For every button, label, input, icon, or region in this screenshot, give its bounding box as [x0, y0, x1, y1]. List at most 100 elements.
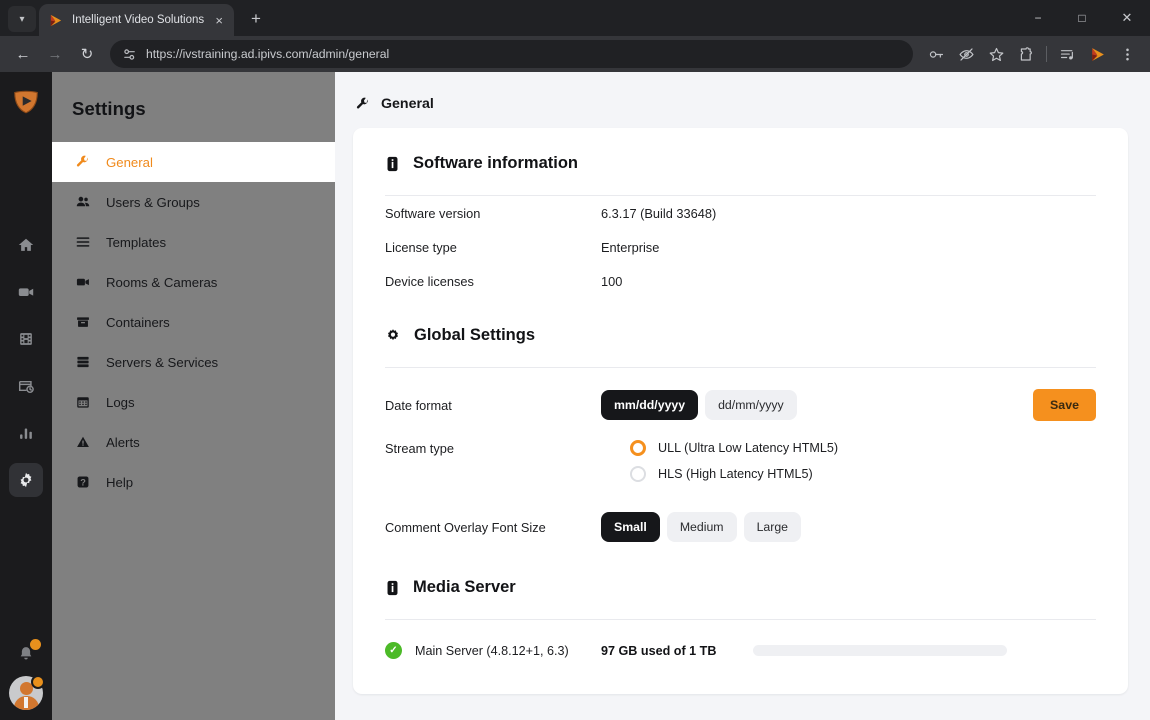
gear-icon: [17, 471, 35, 489]
window-controls: − □ ✕: [1016, 0, 1150, 36]
rail-item-home[interactable]: [9, 228, 43, 262]
sidebar-item-logs[interactable]: Logs: [52, 382, 335, 422]
sidebar-item-rooms-cameras[interactable]: Rooms & Cameras: [52, 262, 335, 302]
software-information-heading: Software information: [353, 128, 1128, 173]
home-icon: [17, 236, 35, 254]
stream-type-option-hls[interactable]: HLS (High Latency HTML5): [630, 466, 838, 482]
film-strip-icon: [17, 330, 35, 348]
media-server-heading: Media Server: [353, 548, 1128, 597]
sidebar-title: Settings: [72, 98, 146, 119]
svg-text:?: ?: [80, 478, 86, 488]
playlist-icon[interactable]: [1052, 39, 1082, 69]
sidebar-item-alerts[interactable]: Alerts: [52, 422, 335, 462]
browser-tab-strip: ▾ Intelligent Video Solutions × + − □ ✕: [0, 0, 1150, 36]
main-content: General Software information Software ve…: [335, 72, 1150, 720]
sidebar-item-label: Logs: [106, 394, 135, 410]
check-circle-icon: ✓: [385, 642, 402, 659]
info-row-software-version: Software version 6.3.17 (Build 33648): [353, 196, 1128, 230]
app-icon-rail: [0, 72, 52, 720]
box-icon: [74, 314, 91, 330]
notifications-button[interactable]: [11, 639, 41, 668]
stream-type-option-ull[interactable]: ULL (Ultra Low Latency HTML5): [630, 440, 838, 456]
page-viewport: Settings General Users & Groups Template…: [0, 72, 1150, 720]
browser-window: ▾ Intelligent Video Solutions × + − □ ✕ …: [0, 0, 1150, 720]
date-format-label: Date format: [385, 397, 452, 413]
reload-icon[interactable]: ↻: [72, 39, 102, 69]
forward-icon[interactable]: →: [40, 39, 70, 69]
sidebar-item-label: Users & Groups: [106, 194, 200, 210]
radio-unselected-icon: [630, 466, 646, 482]
close-window-button[interactable]: ✕: [1104, 0, 1150, 36]
global-settings-heading: Global Settings: [353, 298, 1128, 345]
avatar[interactable]: [9, 675, 45, 710]
sidebar-item-label: Containers: [106, 314, 170, 330]
maximize-button[interactable]: □: [1060, 0, 1104, 36]
rail-item-settings[interactable]: [9, 463, 43, 497]
info-icon: [385, 156, 400, 172]
info-row-device-licenses: Device licenses 100: [353, 264, 1128, 298]
sidebar-item-label: General: [106, 154, 153, 170]
sidebar-item-containers[interactable]: Containers: [52, 302, 335, 342]
server-icon: [74, 354, 91, 370]
avatar-status-badge: [31, 675, 45, 689]
radio-label: ULL (Ultra Low Latency HTML5): [658, 441, 839, 455]
sidebar-item-users-groups[interactable]: Users & Groups: [52, 182, 335, 222]
hide-password-icon[interactable]: [951, 39, 981, 69]
rail-item-media[interactable]: [9, 322, 43, 356]
media-server-name-group: ✓ Main Server (4.8.12+1, 6.3): [385, 642, 601, 659]
back-icon[interactable]: ←: [8, 39, 38, 69]
rail-item-analytics[interactable]: [9, 416, 43, 450]
stream-type-row: Stream type ULL (Ultra Low Latency HTML5…: [353, 440, 1128, 482]
font-size-option-large[interactable]: Large: [743, 512, 802, 542]
sidebar-item-servers-services[interactable]: Servers & Services: [52, 342, 335, 382]
section-title: Global Settings: [414, 326, 536, 344]
sidebar-item-help[interactable]: ? Help: [52, 462, 335, 502]
sidebar-item-label: Templates: [106, 234, 167, 250]
info-icon: [385, 580, 400, 596]
ivs-shield-logo-icon[interactable]: [11, 86, 41, 116]
rail-item-scheduling[interactable]: [9, 369, 43, 403]
tab-search-chevron-icon[interactable]: ▾: [8, 6, 36, 32]
users-icon: [74, 194, 91, 210]
address-bar[interactable]: https://ivstraining.ad.ipivs.com/admin/g…: [110, 40, 913, 68]
settings-sidebar: Settings General Users & Groups Template…: [52, 72, 335, 720]
sidebar-item-label: Rooms & Cameras: [106, 274, 218, 290]
extensions-puzzle-icon[interactable]: [1011, 39, 1041, 69]
browser-menu-icon[interactable]: [1112, 39, 1142, 69]
info-label: Software version: [385, 205, 481, 221]
bookmark-star-icon[interactable]: [981, 39, 1011, 69]
browser-toolbar: ← → ↻ https://ivstraining.ad.ipivs.com/a…: [0, 36, 1150, 72]
page-title: General: [353, 90, 1128, 128]
sidebar-item-label: Servers & Services: [106, 354, 219, 370]
warning-triangle-icon: [74, 434, 91, 450]
minimize-button[interactable]: −: [1016, 0, 1060, 36]
media-server-name: Main Server (4.8.12+1, 6.3): [415, 643, 569, 658]
save-button[interactable]: Save: [1033, 389, 1096, 421]
date-format-option-mmddyyyy[interactable]: mm/dd/yyyy: [601, 390, 699, 420]
info-value: Enterprise: [601, 239, 660, 255]
rail-item-video[interactable]: [9, 275, 43, 309]
new-tab-button[interactable]: +: [242, 5, 270, 33]
media-server-usage: 97 GB used of 1 TB: [601, 643, 717, 658]
sidebar-item-templates[interactable]: Templates: [52, 222, 335, 262]
browser-tab[interactable]: Intelligent Video Solutions ×: [39, 4, 234, 36]
url-text: https://ivstraining.ad.ipivs.com/admin/g…: [146, 47, 390, 61]
font-size-option-small[interactable]: Small: [601, 512, 660, 542]
notification-badge: [30, 639, 41, 650]
info-value: 6.3.17 (Build 33648): [601, 205, 717, 221]
date-format-option-ddmmyyyy[interactable]: dd/mm/yyyy: [705, 390, 797, 420]
video-camera-icon: [17, 283, 35, 301]
site-settings-icon[interactable]: [122, 47, 137, 62]
sidebar-item-general[interactable]: General: [52, 142, 335, 182]
radio-label: HLS (High Latency HTML5): [658, 467, 813, 481]
password-key-icon[interactable]: [921, 39, 951, 69]
page-title-text: General: [381, 96, 434, 112]
calendar-icon: [74, 394, 91, 410]
date-format-options: mm/dd/yyyy dd/mm/yyyy: [601, 390, 1033, 420]
font-size-row: Comment Overlay Font Size Small Medium L…: [353, 506, 1128, 548]
close-icon[interactable]: ×: [213, 14, 225, 27]
info-label: Device licenses: [385, 273, 474, 289]
wrench-icon: [74, 155, 91, 170]
ivs-play-logo-icon[interactable]: [1082, 39, 1112, 69]
font-size-option-medium[interactable]: Medium: [666, 512, 737, 542]
